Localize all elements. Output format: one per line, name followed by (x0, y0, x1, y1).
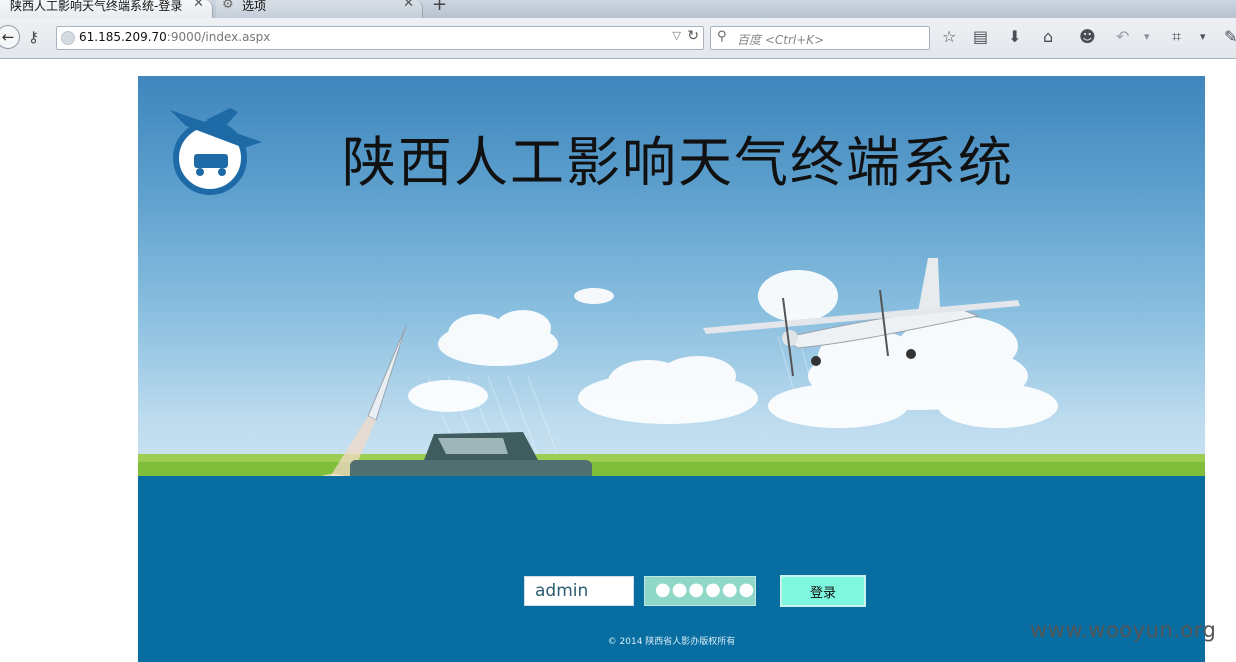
undo-icon[interactable]: ↶ (1116, 28, 1129, 46)
search-icon: ⚲ (717, 29, 727, 44)
tab-options[interactable]: ⚙ 选项 ✕ (216, 0, 423, 18)
watermark: www.wooyun.org (1030, 618, 1217, 642)
chevron-down-icon[interactable]: ▽ (673, 29, 681, 42)
tab-title: 陕西人工影响天气终端系统-登录 (10, 0, 183, 13)
crop-icon[interactable]: ⌗ (1172, 28, 1181, 46)
address-bar[interactable]: 61.185.209.70:9000/index.aspx ▽ ↻ (56, 26, 704, 50)
navigation-toolbar: ← ⚷ 61.185.209.70:9000/index.aspx ▽ ↻ ⚲ … (0, 18, 1236, 59)
url-path: :9000/index.aspx (166, 30, 271, 44)
download-icon[interactable]: ⬇ (1008, 28, 1021, 46)
username-input[interactable] (524, 576, 634, 606)
tab-login[interactable]: 陕西人工影响天气终端系统-登录 ✕ (0, 0, 213, 18)
reading-list-icon[interactable]: ▤ (973, 28, 988, 46)
chat-icon[interactable]: ☻ (1079, 28, 1096, 46)
star-icon[interactable]: ☆ (942, 28, 956, 46)
clouds (408, 270, 1058, 428)
tab-strip: 陕西人工影响天气终端系统-登录 ✕ ⚙ 选项 ✕ + (0, 0, 1236, 18)
close-icon[interactable]: ✕ (403, 0, 414, 11)
back-button[interactable]: ← (0, 25, 20, 49)
new-tab-button[interactable]: + (432, 0, 447, 15)
chevron-down-icon[interactable]: ▾ (1200, 28, 1206, 46)
search-bar[interactable]: ⚲ 百度 <Ctrl+K> (710, 26, 930, 50)
chevron-down-icon[interactable]: ▾ (1144, 28, 1150, 46)
login-button[interactable]: 登录 (780, 575, 866, 607)
key-icon[interactable]: ⚷ (28, 28, 39, 46)
home-icon[interactable]: ⌂ (1043, 28, 1053, 46)
menu-icon[interactable]: ✎ (1224, 28, 1236, 46)
login-page: 陕西人工影响天气终端系统 ●●●●●● 登录 © 2014 陕西省人影办版权所有 (138, 76, 1205, 662)
logo-emblem (170, 108, 262, 195)
password-input[interactable]: ●●●●●● (644, 576, 756, 606)
url-text: 61.185.209.70:9000/index.aspx (79, 30, 270, 44)
search-placeholder: 百度 <Ctrl+K> (737, 33, 825, 47)
gear-icon: ⚙ (222, 0, 234, 12)
globe-icon (61, 31, 75, 45)
tab-title: 选项 (242, 0, 267, 13)
password-mask: ●●●●●● (655, 579, 756, 600)
reload-icon[interactable]: ↻ (687, 28, 699, 44)
page-title: 陕西人工影响天气终端系统 (342, 131, 1014, 194)
url-host: 61.185.209.70 (79, 30, 167, 44)
close-icon[interactable]: ✕ (193, 0, 204, 11)
